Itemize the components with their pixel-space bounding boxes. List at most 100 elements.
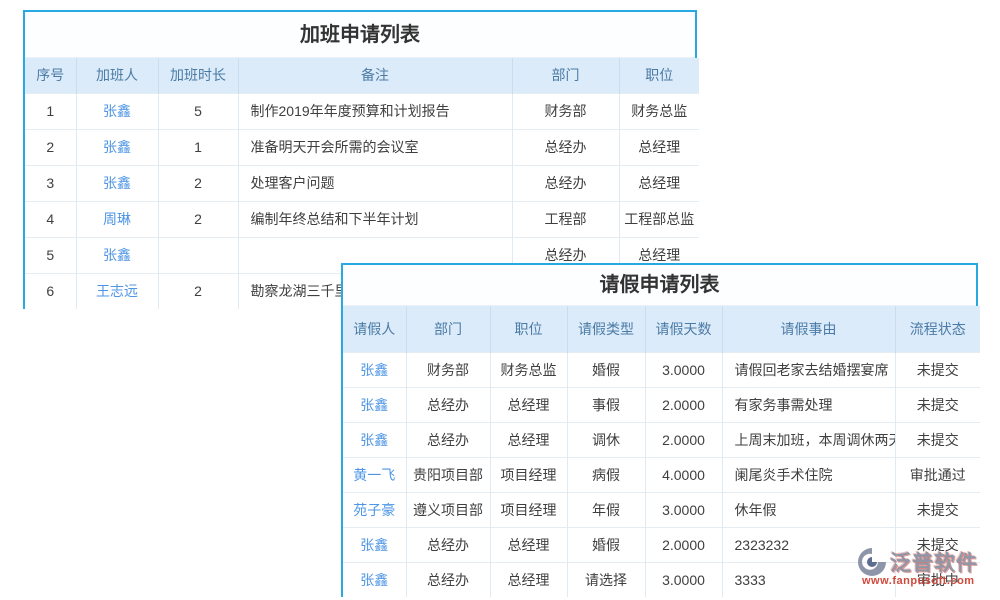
column-header: 职位 (619, 58, 699, 93)
column-header: 备注 (238, 58, 512, 93)
person-link[interactable]: 张鑫 (343, 527, 406, 562)
cell: 总经办 (406, 562, 490, 597)
cell: 请假回老家去结婚摆宴席 (722, 352, 895, 387)
column-header: 加班时长 (158, 58, 238, 93)
cell: 总经理 (619, 129, 699, 165)
cell: 未提交 (895, 387, 980, 422)
overtime-header-row: 序号加班人加班时长备注部门职位 (25, 58, 699, 93)
cell: 编制年终总结和下半年计划 (238, 201, 512, 237)
table-row: 1张鑫5制作2019年年度预算和计划报告财务部财务总监 (25, 93, 699, 129)
cell: 未提交 (895, 422, 980, 457)
cell: 项目经理 (490, 457, 567, 492)
cell: 遵义项目部 (406, 492, 490, 527)
table-row: 3张鑫2处理客户问题总经办总经理 (25, 165, 699, 201)
cell: 项目经理 (490, 492, 567, 527)
leave-panel-title: 请假申请列表 (343, 265, 976, 306)
cell: 事假 (567, 387, 645, 422)
cell: 处理客户问题 (238, 165, 512, 201)
cell: 总经办 (406, 387, 490, 422)
cell: 2 (25, 129, 76, 165)
cell: 未提交 (895, 492, 980, 527)
cell: 2 (158, 165, 238, 201)
watermark-url: www.fanpusoft.com (856, 575, 992, 587)
person-link[interactable]: 张鑫 (76, 237, 158, 273)
person-link[interactable]: 张鑫 (76, 129, 158, 165)
table-row: 黄一飞贵阳项目部项目经理病假4.0000阑尾炎手术住院审批通过 (343, 457, 980, 492)
column-header: 流程状态 (895, 306, 980, 352)
cell: 总经理 (490, 422, 567, 457)
leave-header-row: 请假人部门职位请假类型请假天数请假事由流程状态 (343, 306, 980, 352)
column-header: 加班人 (76, 58, 158, 93)
person-link[interactable]: 黄一飞 (343, 457, 406, 492)
cell: 总经办 (406, 527, 490, 562)
cell: 2 (158, 201, 238, 237)
fanpu-logo-icon (856, 546, 888, 578)
cell: 财务部 (512, 93, 619, 129)
person-link[interactable]: 张鑫 (343, 352, 406, 387)
table-row: 苑子豪遵义项目部项目经理年假3.0000休年假未提交 (343, 492, 980, 527)
person-link[interactable]: 张鑫 (343, 387, 406, 422)
cell: 休年假 (722, 492, 895, 527)
cell: 4 (25, 201, 76, 237)
cell: 3.0000 (645, 352, 722, 387)
overtime-panel-title: 加班申请列表 (25, 12, 695, 58)
table-row: 张鑫总经办总经理事假2.0000有家务事需处理未提交 (343, 387, 980, 422)
cell: 婚假 (567, 352, 645, 387)
cell: 病假 (567, 457, 645, 492)
cell: 调休 (567, 422, 645, 457)
cell: 6 (25, 273, 76, 309)
cell: 工程部总监 (619, 201, 699, 237)
cell: 5 (158, 93, 238, 129)
cell: 3.0000 (645, 562, 722, 597)
cell: 财务总监 (619, 93, 699, 129)
person-link[interactable]: 张鑫 (76, 165, 158, 201)
cell: 审批通过 (895, 457, 980, 492)
cell: 2 (158, 273, 238, 309)
cell: 总经办 (406, 422, 490, 457)
cell: 工程部 (512, 201, 619, 237)
cell: 总经办 (512, 165, 619, 201)
cell: 3 (25, 165, 76, 201)
cell: 2.0000 (645, 422, 722, 457)
cell: 婚假 (567, 527, 645, 562)
person-link[interactable]: 张鑫 (76, 93, 158, 129)
column-header: 请假事由 (722, 306, 895, 352)
cell: 2.0000 (645, 387, 722, 422)
column-header: 部门 (512, 58, 619, 93)
cell: 阑尾炎手术住院 (722, 457, 895, 492)
cell: 5 (25, 237, 76, 273)
person-link[interactable]: 张鑫 (343, 422, 406, 457)
cell: 3.0000 (645, 492, 722, 527)
table-row: 张鑫财务部财务总监婚假3.0000请假回老家去结婚摆宴席未提交 (343, 352, 980, 387)
cell: 财务总监 (490, 352, 567, 387)
cell: 1 (158, 129, 238, 165)
cell: 财务部 (406, 352, 490, 387)
watermark: 泛普软件 www.fanpusoft.com (856, 546, 992, 587)
cell: 总经理 (490, 562, 567, 597)
column-header: 请假类型 (567, 306, 645, 352)
person-link[interactable]: 张鑫 (343, 562, 406, 597)
cell: 4.0000 (645, 457, 722, 492)
column-header: 请假天数 (645, 306, 722, 352)
cell: 上周末加班，本周调休两天 (722, 422, 895, 457)
person-link[interactable]: 周琳 (76, 201, 158, 237)
column-header: 部门 (406, 306, 490, 352)
cell: 贵阳项目部 (406, 457, 490, 492)
column-header: 序号 (25, 58, 76, 93)
cell: 1 (25, 93, 76, 129)
cell: 准备明天开会所需的会议室 (238, 129, 512, 165)
column-header: 请假人 (343, 306, 406, 352)
cell: 有家务事需处理 (722, 387, 895, 422)
cell: 总经理 (619, 165, 699, 201)
table-row: 4周琳2编制年终总结和下半年计划工程部工程部总监 (25, 201, 699, 237)
cell: 总经理 (490, 387, 567, 422)
cell: 请选择 (567, 562, 645, 597)
cell: 总经办 (512, 129, 619, 165)
cell: 制作2019年年度预算和计划报告 (238, 93, 512, 129)
cell (158, 237, 238, 273)
cell: 2.0000 (645, 527, 722, 562)
column-header: 职位 (490, 306, 567, 352)
person-link[interactable]: 苑子豪 (343, 492, 406, 527)
person-link[interactable]: 王志远 (76, 273, 158, 309)
watermark-brand: 泛普软件 (890, 547, 978, 577)
